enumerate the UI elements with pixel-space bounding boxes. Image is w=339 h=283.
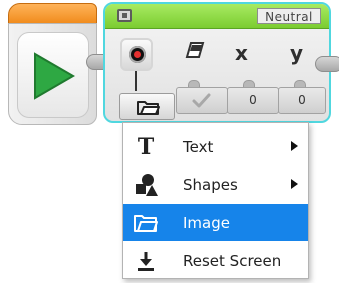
y-parameter-label: y <box>290 41 304 65</box>
menu-item-label: Image <box>183 214 230 232</box>
screen-port-button[interactable] <box>120 38 153 71</box>
start-block-body <box>8 23 97 125</box>
menu-item-reset-screen[interactable]: Reset Screen <box>123 242 308 279</box>
folder-icon <box>134 215 158 232</box>
play-button[interactable] <box>17 32 89 118</box>
x-value-input[interactable]: 0 <box>227 87 279 114</box>
eraser-icon <box>185 42 205 58</box>
screen-glyph-icon <box>129 46 146 63</box>
text-icon: T <box>137 134 155 160</box>
start-block-header <box>8 3 97 25</box>
menu-item-text[interactable]: T Text <box>123 128 308 165</box>
shapes-icon <box>136 174 158 196</box>
x-parameter-label: x <box>235 41 248 65</box>
start-block[interactable] <box>8 3 97 125</box>
menu-item-shapes[interactable]: Shapes <box>123 166 308 203</box>
play-icon <box>34 52 75 100</box>
connector-pin <box>135 71 137 91</box>
menu-item-label: Reset Screen <box>183 252 282 270</box>
submenu-arrow-icon <box>291 141 298 151</box>
menu-item-image[interactable]: Image <box>123 204 308 241</box>
y-value-input[interactable]: 0 <box>278 87 326 114</box>
display-block[interactable]: Neutral x y 0 0 <box>103 2 331 123</box>
mode-menu: T Text Shapes Image Reset Screen <box>122 122 309 279</box>
mode-selector-button[interactable] <box>119 93 175 120</box>
mode-badge: Neutral <box>257 8 321 24</box>
display-block-header: Neutral <box>105 4 329 29</box>
display-icon <box>117 9 132 22</box>
submenu-arrow-icon <box>291 179 298 189</box>
reset-screen-icon <box>138 252 154 271</box>
clear-screen-checkbox[interactable] <box>176 87 228 114</box>
folder-icon <box>137 101 160 115</box>
checkmark-icon <box>192 93 211 108</box>
sequence-output-connector[interactable] <box>315 56 339 72</box>
menu-item-label: Text <box>183 138 214 156</box>
menu-item-label: Shapes <box>183 176 238 194</box>
